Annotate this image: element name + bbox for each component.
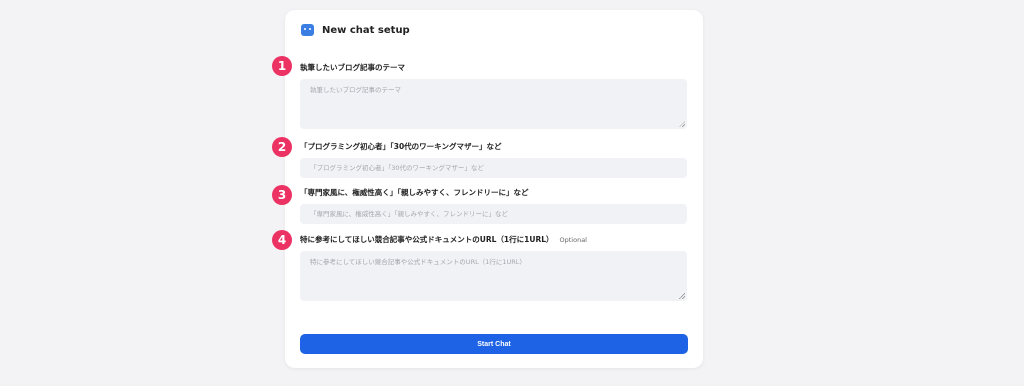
bot-icon [301,24,314,36]
field-label-tone: 「専門家風に、権威性高く」「親しみやすく、フレンドリーに」など [300,188,529,197]
reference-urls-textarea[interactable]: 特に参考にしてほしい競合記事や公式ドキュメントのURL（1行に1URL） [300,251,687,301]
audience-input[interactable]: 「プログラミング初心者」「30代のワーキングマザー」など [300,158,687,178]
topic-placeholder: 執筆したいブログ記事のテーマ [310,86,401,94]
field-tone: 3 「専門家風に、権威性高く」「親しみやすく、フレンドリーに」など 「専門家風に… [272,185,688,224]
field-label-audience: 「プログラミング初心者」「30代のワーキングマザー」など [300,142,502,151]
card-title: New chat setup [322,24,410,36]
resize-handle-icon[interactable] [679,121,685,127]
step-badge-4: 4 [272,230,292,250]
field-label-reference-urls: 特に参考にしてほしい競合記事や公式ドキュメントのURL（1行に1URL） Opti… [300,234,688,246]
tone-placeholder: 「専門家風に、権威性高く」「親しみやすく、フレンドリーに」など [310,210,509,218]
step-badge-1: 1 [272,56,292,76]
field-reference-urls: 4 特に参考にしてほしい競合記事や公式ドキュメントのURL（1行に1URL） Op… [272,230,688,301]
reference-urls-label-text: 特に参考にしてほしい競合記事や公式ドキュメントのURL（1行に1URL） [300,235,554,244]
reference-urls-placeholder: 特に参考にしてほしい競合記事や公式ドキュメントのURL（1行に1URL） [310,258,526,266]
field-label-topic: 執筆したいブログ記事のテーマ [300,63,405,72]
tone-input[interactable]: 「専門家風に、権威性高く」「親しみやすく、フレンドリーに」など [300,204,687,224]
step-badge-3: 3 [272,185,292,205]
field-audience: 2 「プログラミング初心者」「30代のワーキングマザー」など 「プログラミング初… [272,137,688,178]
field-topic: 1 執筆したいブログ記事のテーマ 執筆したいブログ記事のテーマ [272,56,688,129]
step-badge-2: 2 [272,137,292,157]
start-chat-button[interactable]: Start Chat [300,334,688,354]
card-header: New chat setup [301,20,410,40]
topic-textarea[interactable]: 執筆したいブログ記事のテーマ [300,79,687,129]
resize-handle-icon[interactable] [679,293,685,299]
chat-setup-card: New chat setup 1 執筆したいブログ記事のテーマ 執筆したいブログ… [272,10,703,368]
audience-placeholder: 「プログラミング初心者」「30代のワーキングマザー」など [310,164,484,172]
optional-tag: Optional [559,236,587,244]
